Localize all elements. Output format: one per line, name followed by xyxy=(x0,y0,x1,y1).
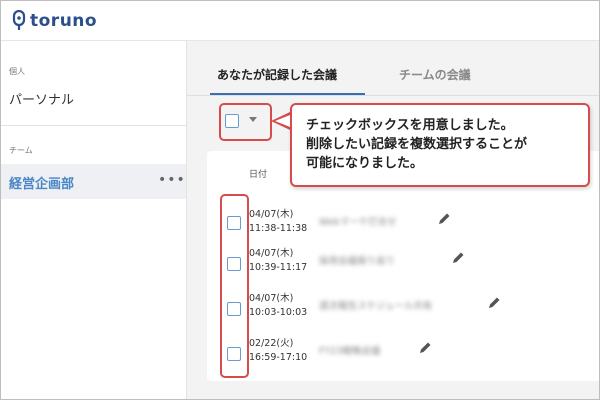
row-datetime: 04/07(木) 11:38-11:38 xyxy=(249,208,307,236)
app-logo-text[interactable]: toruno xyxy=(30,11,97,31)
callout-line: 可能になりました。 xyxy=(306,156,424,171)
callout-line: チェックボックスを用意しました。 xyxy=(306,118,514,133)
tab-team-meetings[interactable]: チームの会議 xyxy=(399,66,471,83)
row-checkboxes-highlight xyxy=(220,194,249,378)
pencil-icon[interactable] xyxy=(450,250,466,266)
row-datetime: 04/07(木) 10:03-10:03 xyxy=(249,292,307,320)
app-window: toruno 個人 パーソナル チーム 経営企画部 ••• あなたが記録した会議… xyxy=(0,0,600,400)
sidebar-section-team-label: チーム xyxy=(9,146,33,155)
annotation-callout: チェックボックスを用意しました。 削除したい記録を複数選択することが 可能になり… xyxy=(290,103,590,187)
sidebar-section-personal-label: 個人 xyxy=(9,67,25,76)
more-horizontal-icon[interactable]: ••• xyxy=(158,172,186,188)
row-time: 16:59-17:10 xyxy=(249,352,308,363)
pencil-icon[interactable] xyxy=(436,211,452,227)
row-title[interactable]: FY23戦略会議 xyxy=(319,343,380,357)
sidebar-item-personal[interactable]: パーソナル xyxy=(9,89,74,108)
row-time: 11:38-11:38 xyxy=(249,223,308,234)
row-datetime: 04/07(木) 10:39-11:17 xyxy=(249,247,307,275)
app-header: toruno xyxy=(1,1,599,41)
select-all-highlight xyxy=(219,103,272,141)
row-title[interactable]: 採用会議振り返り xyxy=(319,253,395,267)
row-date: 04/07(木) xyxy=(249,209,294,220)
microphone-pin-icon xyxy=(12,9,26,30)
row-time: 10:03-10:03 xyxy=(249,307,308,318)
row-date: 02/22(火) xyxy=(249,338,294,349)
callout-line: 削除したい記録を複数選択することが xyxy=(306,137,528,152)
pencil-icon[interactable] xyxy=(417,340,433,356)
sidebar-divider xyxy=(1,125,187,126)
table-row[interactable]: 02/22(火) 16:59-17:10 FY23戦略会議 xyxy=(207,337,599,381)
row-time: 10:39-11:17 xyxy=(249,262,308,273)
table-row[interactable]: 04/07(木) 10:39-11:17 採用会議振り返り xyxy=(207,247,599,291)
row-title[interactable]: 週次報告スケジュール共有 xyxy=(319,298,432,312)
pencil-icon[interactable] xyxy=(486,295,502,311)
sidebar: 個人 パーソナル チーム 経営企画部 ••• xyxy=(1,41,187,399)
date-column-header: 日付 xyxy=(249,170,268,180)
sidebar-item-team[interactable]: 経営企画部 ••• xyxy=(1,164,186,199)
callout-arrow-inner xyxy=(275,115,290,127)
tab-my-meetings[interactable]: あなたが記録した会議 xyxy=(217,66,337,83)
row-title[interactable]: Webマーケ打合せ xyxy=(319,214,397,228)
table-row[interactable]: 04/07(木) 10:03-10:03 週次報告スケジュール共有 xyxy=(207,292,599,336)
tabs-divider xyxy=(187,95,599,96)
row-datetime: 02/22(火) 16:59-17:10 xyxy=(249,337,307,365)
row-date: 04/07(木) xyxy=(249,293,294,304)
row-date: 04/07(木) xyxy=(249,248,294,259)
table-row[interactable]: 04/07(木) 11:38-11:38 Webマーケ打合せ xyxy=(207,208,599,252)
sidebar-item-team-label: 経営企画部 xyxy=(9,177,75,192)
